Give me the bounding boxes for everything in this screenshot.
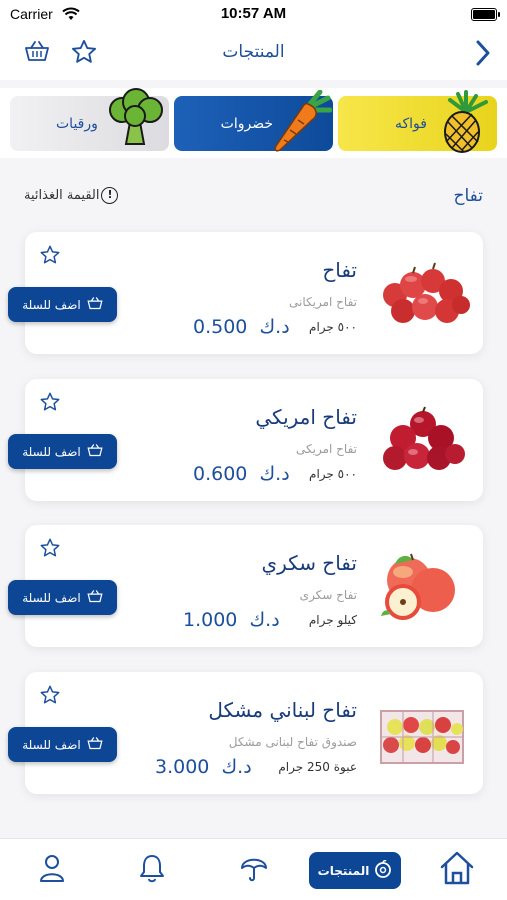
product-price: 0.600 د.ك (193, 463, 290, 485)
price-currency: د.ك (249, 609, 280, 631)
tab-products[interactable]: المنتجات (309, 852, 401, 889)
add-to-cart-button[interactable]: اضف للسلة (8, 727, 117, 762)
category-vegetables[interactable]: خضروات (174, 89, 333, 152)
battery-icon (471, 8, 500, 21)
product-price: 0.500 د.ك (193, 316, 290, 338)
pineapple-icon (432, 90, 496, 158)
info-icon: ! (101, 187, 119, 204)
product-description: تفاح امريكى (296, 442, 357, 456)
bell-icon (138, 855, 166, 887)
product-description: تفاح امريكانى (289, 295, 357, 309)
favorite-star-icon[interactable] (39, 684, 61, 710)
product-description: تفاح سكرى (299, 588, 357, 602)
price-value: 0.600 (193, 463, 248, 485)
tab-products-label: المنتجات (317, 863, 370, 878)
basket-icon (87, 296, 103, 313)
page-title: المنتجات (222, 42, 285, 62)
price-value: 3.000 (155, 756, 210, 778)
nutrition-label: القيمة الغذائية (24, 188, 100, 203)
status-bar: Carrier 10:57 AM (0, 0, 507, 28)
basket-icon (87, 589, 103, 606)
tab-offers[interactable] (240, 853, 268, 887)
umbrella-icon (240, 858, 268, 887)
sugar-apple-image (373, 550, 471, 622)
home-icon (438, 851, 476, 891)
category-label: خضروات (220, 116, 273, 132)
tab-notifications[interactable] (138, 853, 166, 887)
basket-icon (87, 443, 103, 460)
carrot-icon (270, 89, 333, 158)
price-currency: د.ك (259, 463, 290, 485)
product-card[interactable]: تفاح تفاح امريكانى ٥٠٠ جرام 0.500 د.ك اض… (8, 232, 483, 354)
price-value: 1.000 (183, 609, 238, 631)
product-unit: ٥٠٠ جرام (309, 467, 357, 481)
product-name: تفاح سكري (261, 551, 357, 575)
favorite-star-icon[interactable] (39, 537, 61, 563)
nutrition-info-link[interactable]: القيمة الغذائية ! (24, 187, 119, 204)
favorite-star-icon[interactable] (39, 391, 61, 417)
price-value: 0.500 (193, 316, 248, 338)
product-name: تفاح (322, 258, 357, 282)
add-to-cart-label: اضف للسلة (22, 297, 81, 312)
favorite-star-icon[interactable] (39, 244, 61, 270)
user-icon (38, 855, 66, 887)
nav-bar: المنتجات (0, 28, 507, 80)
product-unit: عبوة 250 جرام (278, 760, 357, 774)
clock: 10:57 AM (220, 5, 287, 22)
product-card[interactable]: تفاح لبناني مشكل صندوق تفاح لبنانى مشكل … (8, 672, 483, 794)
product-unit: كيلو جرام (308, 613, 357, 627)
basket-icon (87, 736, 103, 753)
tab-bar: المنتجات (0, 838, 507, 900)
add-to-cart-label: اضف للسلة (22, 444, 81, 459)
category-leafy[interactable]: ورقيات (10, 88, 169, 151)
broccoli-icon (104, 88, 168, 152)
product-card[interactable]: تفاح سكري تفاح سكرى كيلو جرام 1.000 د.ك … (8, 525, 483, 647)
add-to-cart-button[interactable]: اضف للسلة (8, 580, 117, 615)
section-title: تفاح (453, 186, 483, 206)
category-fruits[interactable]: فواكه (338, 90, 497, 153)
product-description: صندوق تفاح لبنانى مشكل (228, 735, 357, 749)
product-price: 1.000 د.ك (183, 609, 280, 631)
product-price: 3.000 د.ك (155, 756, 252, 778)
product-name: تفاح لبناني مشكل (208, 698, 357, 722)
price-currency: د.ك (221, 756, 252, 778)
tab-home[interactable] (438, 849, 476, 891)
add-to-cart-label: اضف للسلة (22, 590, 81, 605)
back-chevron-icon[interactable] (469, 38, 495, 68)
category-tabs: فواكه خضروات ورقيات (0, 88, 507, 158)
add-to-cart-button[interactable]: اضف للسلة (8, 434, 117, 469)
red-apple-image (373, 404, 471, 476)
apple-crate-image (373, 697, 471, 769)
product-card[interactable]: تفاح امريكي تفاح امريكى ٥٠٠ جرام 0.600 د… (8, 379, 483, 501)
category-label: ورقيات (56, 116, 98, 132)
product-unit: ٥٠٠ جرام (309, 320, 357, 334)
price-currency: د.ك (259, 316, 290, 338)
apple-image (373, 257, 471, 329)
add-to-cart-button[interactable]: اضف للسلة (8, 287, 117, 322)
add-to-cart-label: اضف للسلة (22, 737, 81, 752)
category-label: فواكه (395, 116, 427, 132)
products-icon (374, 859, 392, 881)
product-name: تفاح امريكي (255, 405, 357, 429)
tab-profile[interactable] (38, 853, 66, 887)
